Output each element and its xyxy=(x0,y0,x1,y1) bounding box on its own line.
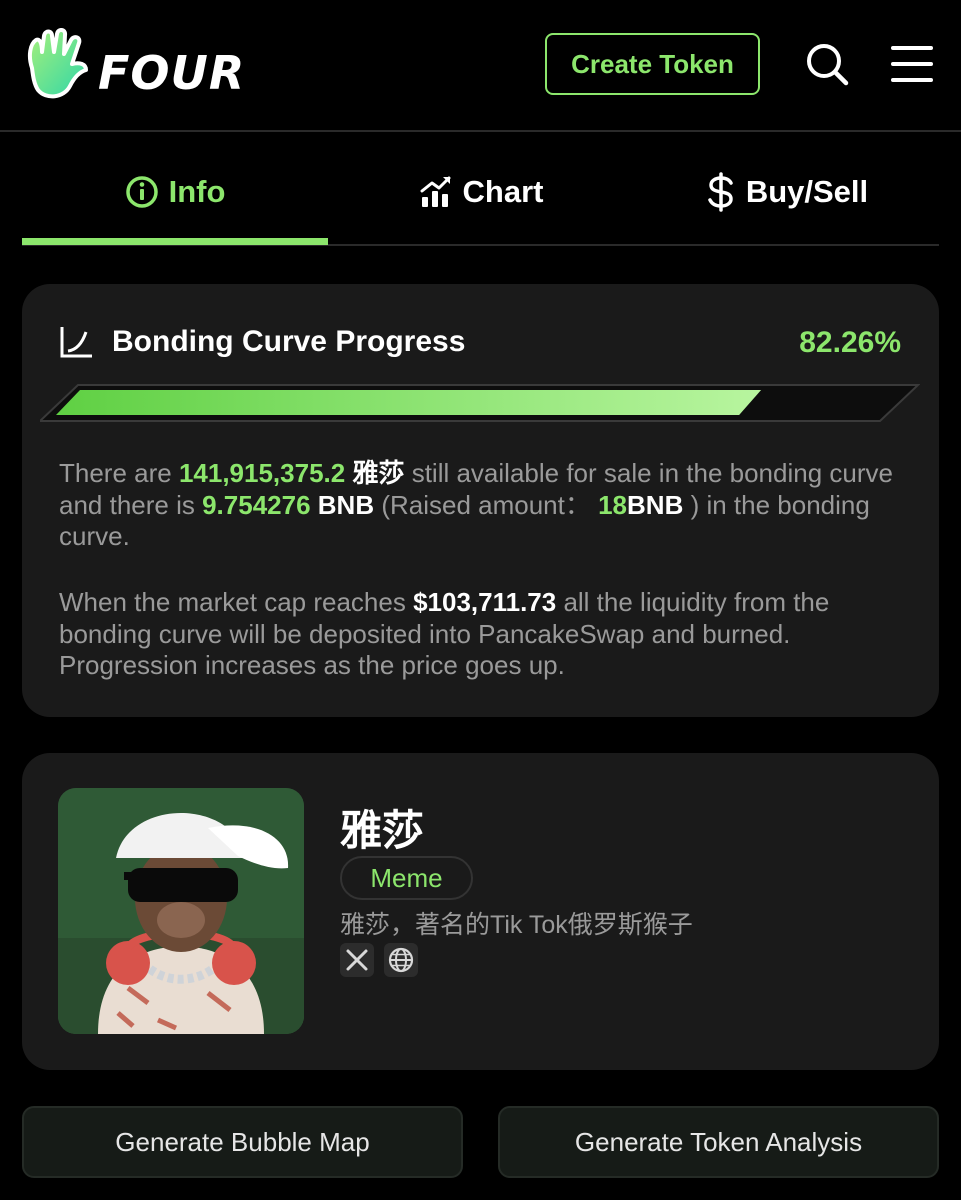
search-icon xyxy=(807,44,849,86)
website-link[interactable] xyxy=(384,943,418,977)
token-image xyxy=(58,788,304,1034)
progress-fill xyxy=(56,390,762,415)
tab-chart[interactable]: Chart xyxy=(328,140,634,244)
market-cap-text: When the market cap reaches $103,711.73 … xyxy=(59,587,830,680)
tab-info-label: Info xyxy=(168,174,226,209)
bonding-curve-header: Bonding Curve Progress xyxy=(58,324,465,360)
token-name: 雅莎 xyxy=(340,807,425,854)
search-button[interactable] xyxy=(805,42,849,86)
hand-logo-icon xyxy=(27,28,88,99)
available-amount: 141,915,375.2 xyxy=(178,458,346,488)
tab-chart-label: Chart xyxy=(462,174,544,209)
bonding-curve-percent: 82.26% xyxy=(799,326,901,359)
bonding-curve-card: Bonding Curve Progress 82.26% There are … xyxy=(22,284,939,717)
tab-info[interactable]: Info xyxy=(22,140,328,244)
hamburger-icon xyxy=(891,46,933,82)
available-supply-text: There are 141,915,375.2 雅莎 still availab… xyxy=(59,458,893,551)
create-token-button[interactable]: Create Token xyxy=(545,33,760,95)
generate-bubble-map-button[interactable]: Generate Bubble Map xyxy=(22,1106,463,1178)
tab-buy-sell[interactable]: Buy/Sell xyxy=(634,140,940,244)
dollar-icon xyxy=(708,172,733,212)
curve-graph-icon xyxy=(60,327,92,358)
menu-button[interactable] xyxy=(889,44,935,84)
page: FOUR Create Token Info Chart Buy/Sell Bo… xyxy=(0,0,961,1200)
x-link[interactable] xyxy=(340,943,374,977)
bnb-amount: 9.754276 xyxy=(202,489,311,520)
token-symbol-inline: 雅莎 xyxy=(345,458,405,488)
logo[interactable]: FOUR xyxy=(24,28,256,104)
generate-token-analysis-button[interactable]: Generate Token Analysis xyxy=(498,1106,939,1178)
progress-bar xyxy=(37,384,921,422)
bonding-curve-title: Bonding Curve Progress xyxy=(112,325,466,358)
token-card: 雅莎 Meme 雅莎，著名的Tik Tok俄罗斯猴子 xyxy=(22,753,939,1070)
market-cap-value: $103,711.73 xyxy=(413,587,557,617)
chart-icon xyxy=(420,176,451,207)
x-icon xyxy=(346,949,368,971)
info-icon xyxy=(125,176,158,208)
logo-text: FOUR xyxy=(98,46,246,100)
raised-amount: 18 xyxy=(598,489,628,520)
tab-bar: Info Chart Buy/Sell xyxy=(22,140,939,246)
header: FOUR Create Token xyxy=(0,0,961,132)
active-tab-indicator xyxy=(22,238,328,245)
tab-buy-sell-label: Buy/Sell xyxy=(745,174,869,209)
category-tag[interactable]: Meme xyxy=(340,856,473,900)
monkey-avatar-image xyxy=(58,788,304,1034)
globe-icon xyxy=(388,947,414,973)
token-description: 雅莎，著名的Tik Tok俄罗斯猴子 xyxy=(340,911,693,939)
